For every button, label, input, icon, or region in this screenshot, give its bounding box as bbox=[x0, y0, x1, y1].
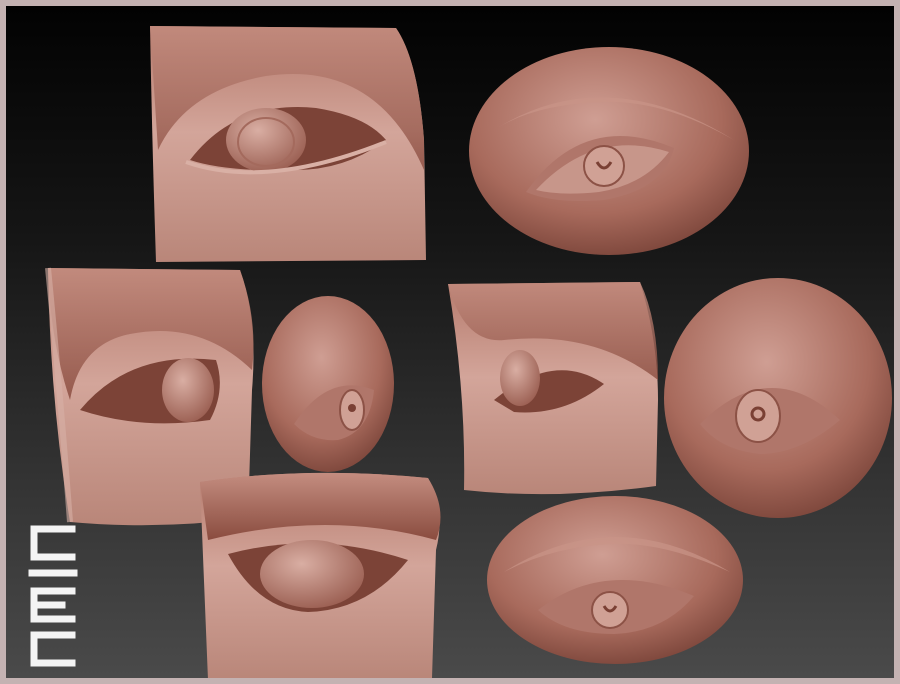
low-oval-view bbox=[487, 496, 743, 664]
render-canvas bbox=[6, 6, 894, 678]
underside-block-view bbox=[200, 472, 441, 678]
front-block-view bbox=[150, 26, 426, 262]
ciel-logo-icon bbox=[28, 525, 78, 667]
three-quarter-oval-view bbox=[664, 278, 892, 518]
three-quarter-block-view bbox=[448, 282, 658, 495]
oval-front-view bbox=[469, 47, 749, 255]
profile-oval-view bbox=[262, 296, 394, 472]
